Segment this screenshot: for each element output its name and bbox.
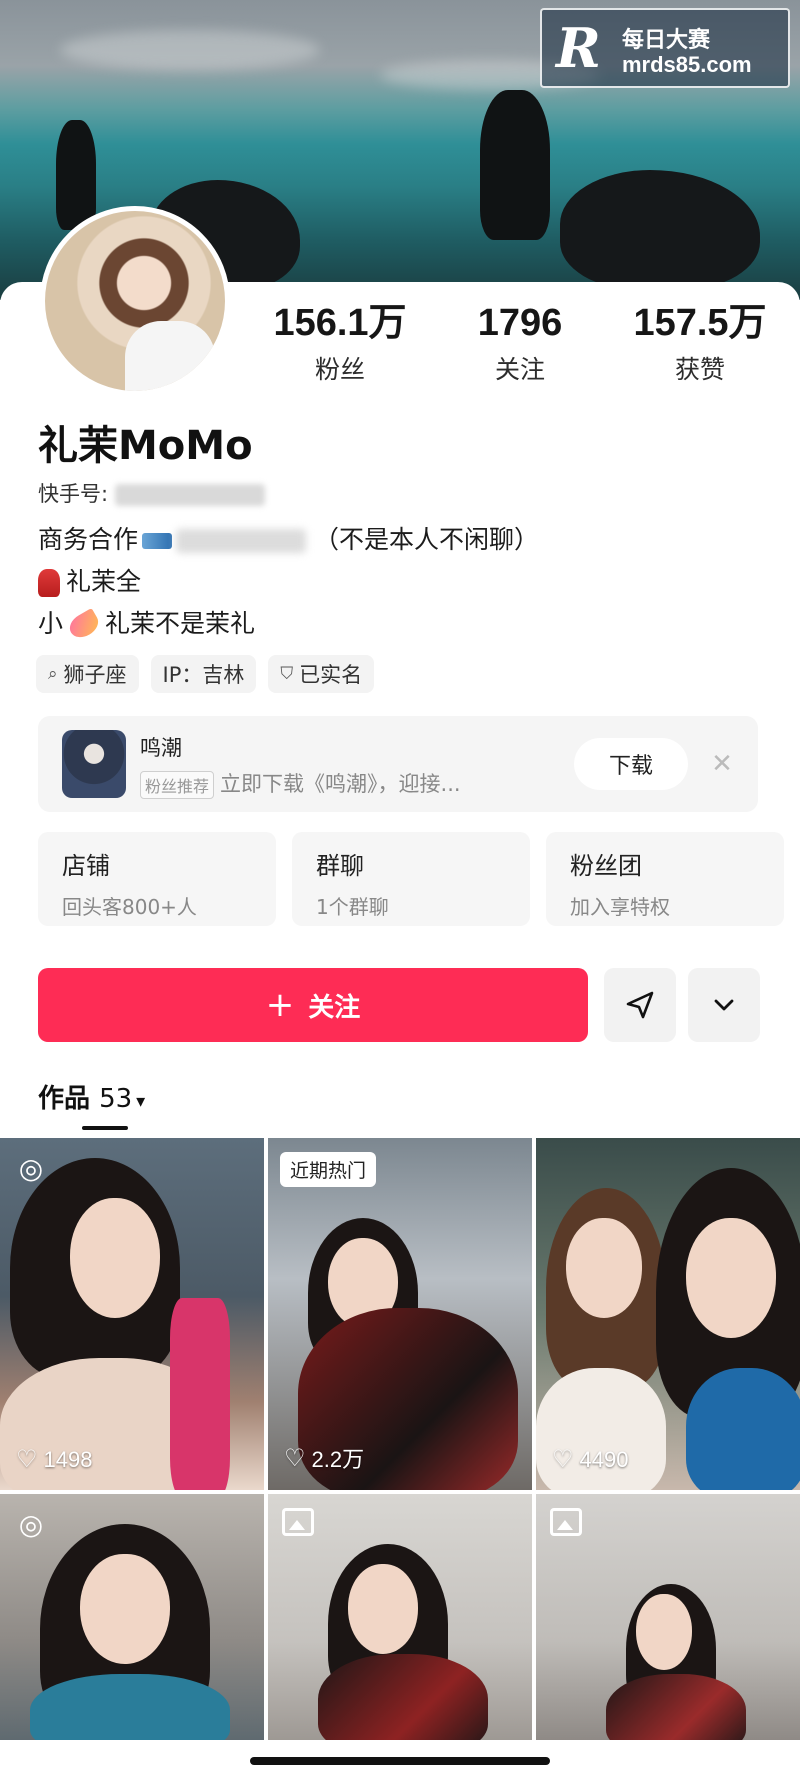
tile-title: 群聊 xyxy=(316,852,364,880)
bio-line-2-text: 礼茉全 xyxy=(66,567,142,596)
watermark-r-logo: R xyxy=(556,16,601,80)
bio-line-3-suffix: 礼茉不是茉礼 xyxy=(105,609,256,638)
tile-subtitle: 加入享特权 xyxy=(570,895,670,919)
tile-title: 店铺 xyxy=(62,852,110,880)
caret-down-icon: ▾ xyxy=(136,1091,146,1112)
tile-subtitle: 回头客800+人 xyxy=(62,895,197,919)
kuaishou-id-redacted xyxy=(114,484,265,506)
ad-thumbnail xyxy=(62,730,126,798)
like-count: ♡ 2.2万 xyxy=(284,1442,364,1474)
like-count: ♡ 1498 xyxy=(16,1445,92,1474)
close-icon[interactable]: ✕ xyxy=(704,744,740,784)
work-item[interactable] xyxy=(536,1494,800,1740)
stat-value: 157.5万 xyxy=(633,302,767,344)
profile-stats: 156.1万 粉丝 1796 关注 157.5万 获赞 xyxy=(250,300,790,386)
kuaishou-id-label: 快手号: xyxy=(38,482,109,506)
live-icon: ◎ xyxy=(18,1508,44,1541)
tile-shop[interactable]: 店铺 回头客800+人 xyxy=(38,832,276,926)
image-post-icon xyxy=(282,1508,314,1536)
live-icon: ◎ xyxy=(18,1152,44,1185)
ad-download-button[interactable]: 下载 xyxy=(574,738,688,790)
tile-title: 粉丝团 xyxy=(570,852,642,880)
tag-label: 狮子座 xyxy=(63,663,127,687)
profile-name: 礼茉MoMo xyxy=(38,423,253,469)
like-value: 2.2万 xyxy=(311,1447,365,1472)
like-count: ♡ 4490 xyxy=(552,1445,628,1474)
send-icon xyxy=(626,991,654,1019)
shield-check-icon: ⛉ xyxy=(280,664,294,684)
bio-business-suffix: （不是本人不闲聊） xyxy=(313,525,539,554)
game-ad-banner[interactable]: 鸣潮 粉丝推荐 立即下载《鸣潮》，迎接... 下载 ✕ xyxy=(38,716,758,812)
tag-label: 已实名 xyxy=(299,663,363,687)
like-value: 1498 xyxy=(43,1446,93,1472)
heart-icon: ♡ xyxy=(284,1444,306,1472)
stat-following[interactable]: 1796 关注 xyxy=(435,300,605,386)
shortcut-tiles: 店铺 回头客800+人 群聊 1个群聊 粉丝团 加入享特权 xyxy=(38,832,784,926)
profile-tags: ⌕ 狮子座 IP：吉林 ⛉ 已实名 xyxy=(36,655,375,693)
watermark-logo: R 每日大赛 mrds85.com xyxy=(540,8,790,88)
tag-label: IP：吉林 xyxy=(162,663,245,687)
like-value: 4490 xyxy=(579,1446,629,1472)
bio-line-3-prefix: 小 xyxy=(38,609,64,638)
chevron-down-icon xyxy=(714,999,734,1011)
work-item[interactable] xyxy=(268,1494,532,1740)
search-icon: ⌕ xyxy=(48,664,58,684)
watermark-title: 每日大赛 xyxy=(622,28,711,53)
work-item[interactable]: ◎ ♡ 1498 xyxy=(0,1138,264,1490)
follow-label: 关注 xyxy=(308,992,361,1023)
kuaishou-id[interactable]: 快手号: xyxy=(38,478,265,508)
stat-followers[interactable]: 156.1万 粉丝 xyxy=(255,300,425,386)
heart-icon: ♡ xyxy=(16,1446,38,1473)
stat-value: 1796 xyxy=(477,302,563,344)
rocket-icon xyxy=(65,607,103,643)
tag-verified[interactable]: ⛉ 已实名 xyxy=(268,655,375,693)
works-grid: ◎ ♡ 1498 近期热门 ♡ 2.2万 ♡ 4490 ◎ xyxy=(0,1138,800,1740)
tag-zodiac[interactable]: ⌕ 狮子座 xyxy=(36,655,139,693)
bio-line-3: 小 礼茉不是茉礼 xyxy=(38,604,256,643)
avatar[interactable] xyxy=(40,206,230,396)
stat-label: 关注 xyxy=(494,355,545,384)
work-item[interactable]: ♡ 4490 xyxy=(536,1138,800,1490)
image-post-icon xyxy=(550,1508,582,1536)
tile-group-chat[interactable]: 群聊 1个群聊 xyxy=(292,832,530,926)
plus-icon: + xyxy=(265,985,295,1025)
tile-fan-club[interactable]: 粉丝团 加入享特权 xyxy=(546,832,784,926)
stat-likes[interactable]: 157.5万 获赞 xyxy=(615,300,785,386)
satellite-icon xyxy=(142,533,173,549)
bio-redacted xyxy=(176,529,307,553)
stat-value: 156.1万 xyxy=(273,302,407,344)
ad-subtitle: 粉丝推荐 立即下载《鸣潮》，迎接... xyxy=(140,768,461,799)
scarf-icon xyxy=(38,569,60,597)
tag-ip: IP：吉林 xyxy=(150,655,257,693)
bio-line-business: 商务合作 （不是本人不闲聊） xyxy=(38,520,539,556)
works-label: 作品 xyxy=(38,1084,91,1114)
ad-title: 鸣潮 xyxy=(140,736,182,760)
works-tab[interactable]: 作品 53 ▾ xyxy=(38,1078,145,1115)
heart-icon: ♡ xyxy=(552,1446,574,1473)
ad-text: 立即下载《鸣潮》，迎接... xyxy=(220,772,461,796)
stat-label: 粉丝 xyxy=(314,355,365,384)
watermark-url: mrds85.com xyxy=(622,52,752,77)
follow-button[interactable]: + 关注 xyxy=(38,968,588,1042)
trending-badge: 近期热门 xyxy=(280,1152,377,1187)
home-indicator xyxy=(250,1757,550,1765)
work-item[interactable]: 近期热门 ♡ 2.2万 xyxy=(268,1138,532,1490)
bio-business-prefix: 商务合作 xyxy=(38,525,139,554)
bio-line-2: 礼茉全 xyxy=(38,562,141,598)
share-button[interactable] xyxy=(604,968,676,1042)
tile-subtitle: 1个群聊 xyxy=(316,895,389,919)
active-tab-indicator xyxy=(82,1126,128,1130)
work-item[interactable]: ◎ xyxy=(0,1494,264,1740)
works-count: 53 xyxy=(99,1084,133,1114)
ad-badge: 粉丝推荐 xyxy=(140,771,215,799)
stat-label: 获赞 xyxy=(674,355,725,384)
more-options-button[interactable] xyxy=(688,968,760,1042)
